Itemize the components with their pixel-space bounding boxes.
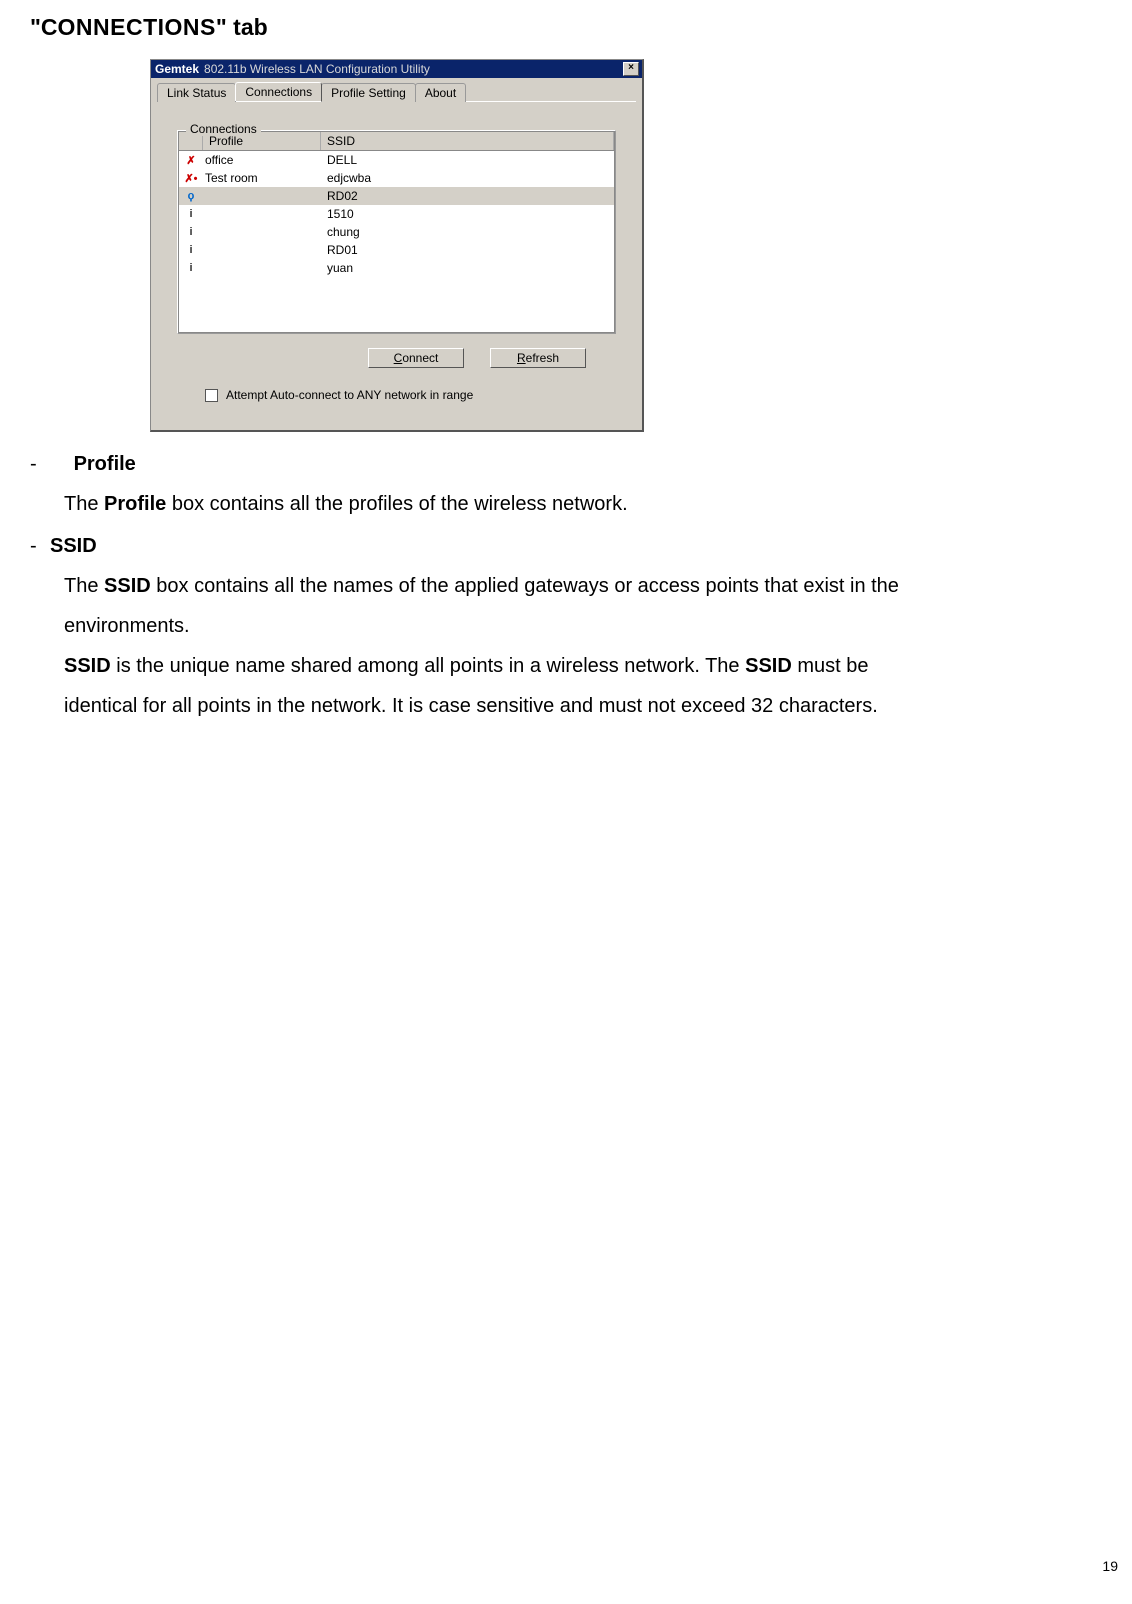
cell-ssid: yuan xyxy=(321,261,614,275)
groupbox-legend: Connections xyxy=(186,122,261,136)
doc-text: - Profile The Profile box contains all t… xyxy=(30,444,1102,726)
quote-open: " xyxy=(30,14,41,40)
list-row[interactable]: i yuan xyxy=(179,259,614,277)
profile-paragraph: The Profile box contains all the profile… xyxy=(64,484,1102,524)
page-number: 19 xyxy=(1102,1558,1118,1574)
text: box contains all the names of the applie… xyxy=(151,575,899,597)
list-row[interactable]: i 1510 xyxy=(179,205,614,223)
dash-icon: - xyxy=(30,526,40,566)
dash-icon: - xyxy=(30,444,40,484)
tab-about[interactable]: About xyxy=(415,83,466,102)
cell-ssid: RD01 xyxy=(321,243,614,257)
text-bold: Profile xyxy=(104,493,166,515)
cell-ssid: chung xyxy=(321,225,614,239)
network-icon: ✗• xyxy=(179,172,203,185)
text: The xyxy=(64,575,104,597)
info-icon: i xyxy=(179,262,203,274)
text: must be xyxy=(792,655,869,677)
text: The xyxy=(64,493,104,515)
info-icon: i xyxy=(179,208,203,220)
tab-body: Connections Profile SSID ✗ office DELL ✗… xyxy=(157,101,636,422)
list-row[interactable]: ✗• Test room edjcwba xyxy=(179,169,614,187)
text: is the unique name shared among all poin… xyxy=(111,655,745,677)
ssid-paragraph-2: SSID is the unique name shared among all… xyxy=(64,646,1102,686)
bullet-profile: - Profile xyxy=(30,444,1102,484)
heading-small-caps: ONNECTIONS xyxy=(58,14,216,40)
tab-link-status[interactable]: Link Status xyxy=(157,83,236,102)
refresh-button[interactable]: Refresh xyxy=(490,348,586,368)
btn-rest: onnect xyxy=(402,351,438,365)
col-ssid[interactable]: SSID xyxy=(321,132,614,150)
ssid-paragraph-2b: identical for all points in the network.… xyxy=(64,686,1102,726)
antenna-icon: ϙ xyxy=(179,190,203,202)
config-utility-window: Gemtek 802.11b Wireless LAN Configuratio… xyxy=(150,59,644,432)
button-row: Connect Refresh xyxy=(177,334,616,372)
list-row[interactable]: i RD01 xyxy=(179,241,614,259)
cell-ssid: edjcwba xyxy=(321,171,614,185)
heading-cap-c: C xyxy=(41,14,58,40)
tab-profile-setting[interactable]: Profile Setting xyxy=(321,83,416,102)
titlebar: Gemtek 802.11b Wireless LAN Configuratio… xyxy=(151,60,642,78)
text-bold: SSID xyxy=(104,575,151,597)
text: environments. xyxy=(64,615,190,637)
cell-ssid: DELL xyxy=(321,153,614,167)
ssid-heading: SSID xyxy=(50,526,97,566)
network-icon: ✗ xyxy=(179,154,203,167)
mnemonic: C xyxy=(394,351,403,365)
text: identical for all points in the network.… xyxy=(64,695,878,717)
info-icon: i xyxy=(179,244,203,256)
cell-ssid: RD02 xyxy=(321,189,614,203)
tab-connections[interactable]: Connections xyxy=(235,82,322,101)
ssid-paragraph-1b: environments. xyxy=(64,606,1102,646)
close-button[interactable]: × xyxy=(623,62,639,76)
auto-connect-checkbox[interactable] xyxy=(205,389,218,402)
section-heading: "CONNECTIONS" tab xyxy=(30,14,1102,41)
connect-button[interactable]: Connect xyxy=(368,348,464,368)
auto-connect-label: Attempt Auto-connect to ANY network in r… xyxy=(226,388,473,402)
connections-groupbox: Connections Profile SSID ✗ office DELL ✗… xyxy=(177,130,616,334)
tab-strip: Link Status Connections Profile Setting … xyxy=(151,78,642,101)
list-body[interactable]: ✗ office DELL ✗• Test room edjcwba ϙ RD0… xyxy=(178,151,615,333)
text: box contains all the profiles of the wir… xyxy=(166,493,627,515)
heading-suffix: tab xyxy=(227,14,268,40)
cell-profile: Test room xyxy=(203,171,321,185)
cell-ssid: 1510 xyxy=(321,207,614,221)
bullet-ssid: - SSID xyxy=(30,526,1102,566)
info-icon: i xyxy=(179,226,203,238)
text-bold: SSID xyxy=(745,655,792,677)
cell-profile: office xyxy=(203,153,321,167)
ssid-paragraph-1: The SSID box contains all the names of t… xyxy=(64,566,1102,606)
list-row[interactable]: i chung xyxy=(179,223,614,241)
mnemonic: R xyxy=(517,351,526,365)
btn-rest: efresh xyxy=(526,351,559,365)
window-title: 802.11b Wireless LAN Configuration Utili… xyxy=(204,62,619,76)
quote-close: " xyxy=(216,14,227,40)
list-row[interactable]: ✗ office DELL xyxy=(179,151,614,169)
auto-connect-row: Attempt Auto-connect to ANY network in r… xyxy=(177,372,616,408)
brand-label: Gemtek xyxy=(154,62,200,76)
profile-heading: Profile xyxy=(74,444,136,484)
text-bold: SSID xyxy=(64,655,111,677)
list-row-selected[interactable]: ϙ RD02 xyxy=(179,187,614,205)
